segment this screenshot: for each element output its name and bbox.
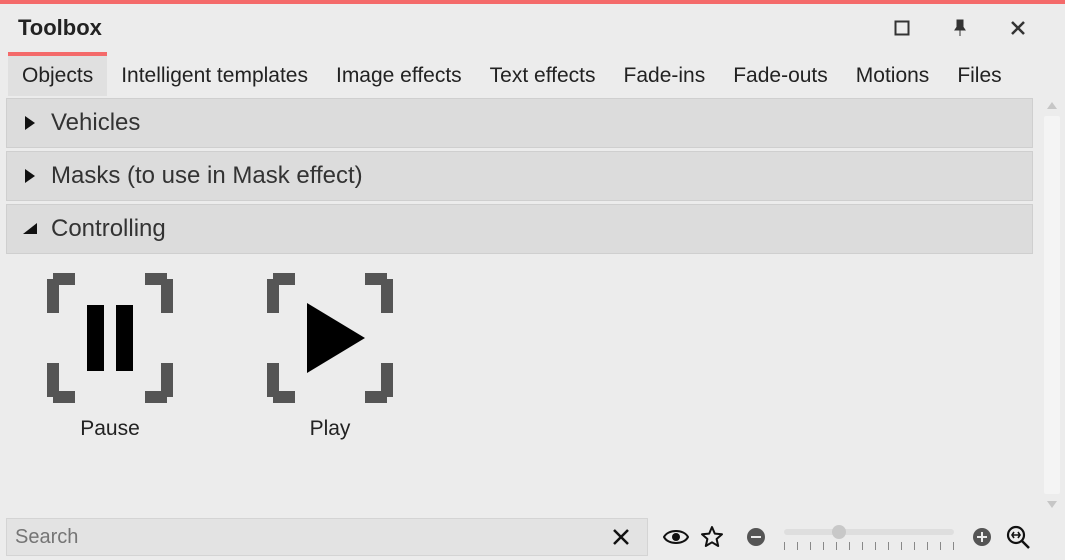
zoom-fit-button[interactable]	[1000, 524, 1036, 550]
pause-icon	[45, 273, 175, 403]
object-play[interactable]: Play	[250, 273, 410, 441]
zoom-ticks	[784, 542, 954, 552]
tab-label: Fade-outs	[733, 64, 828, 88]
window-title: Toolbox	[18, 15, 102, 41]
maximize-icon	[894, 20, 910, 36]
object-label: Pause	[80, 417, 140, 441]
tab-text-effects[interactable]: Text effects	[476, 52, 610, 96]
scroll-up-icon[interactable]	[1046, 100, 1058, 116]
tab-label: Motions	[856, 64, 930, 88]
preview-button[interactable]	[658, 528, 694, 546]
search-wrap	[6, 518, 648, 556]
clear-search-button[interactable]	[603, 527, 639, 547]
tab-label: Objects	[22, 64, 93, 88]
tab-label: Fade-ins	[624, 64, 706, 88]
object-pause[interactable]: Pause	[30, 273, 190, 441]
toolbox-window: Toolbox Objects Intelligent templates Im…	[0, 0, 1065, 560]
zoom-fit-icon	[1005, 524, 1031, 550]
category-label: Controlling	[51, 215, 166, 243]
category-label: Masks (to use in Mask effect)	[51, 162, 363, 190]
play-icon	[265, 273, 395, 403]
scroll-area: Vehicles Masks (to use in Mask effect) C…	[0, 96, 1039, 514]
tab-files[interactable]: Files	[943, 52, 1015, 96]
category-list: Vehicles Masks (to use in Mask effect) C…	[0, 96, 1039, 449]
tab-label: Text effects	[490, 64, 596, 88]
tab-image-effects[interactable]: Image effects	[322, 52, 476, 96]
zoom-slider[interactable]	[784, 522, 954, 552]
vertical-scrollbar[interactable]	[1039, 96, 1065, 514]
chevron-down-icon	[19, 222, 41, 236]
close-icon	[1009, 19, 1027, 37]
zoom-in-button[interactable]	[964, 527, 1000, 547]
minus-circle-icon	[746, 527, 766, 547]
tab-label: Files	[957, 64, 1001, 88]
tab-label: Image effects	[336, 64, 462, 88]
statusbar	[0, 514, 1065, 560]
tab-fade-outs[interactable]: Fade-outs	[719, 52, 842, 96]
favorite-button[interactable]	[694, 525, 730, 549]
tab-bar: Objects Intelligent templates Image effe…	[0, 52, 1065, 96]
category-controlling-content: Pause Play	[6, 257, 1033, 449]
category-vehicles[interactable]: Vehicles	[6, 98, 1033, 148]
pin-icon	[951, 19, 969, 37]
zoom-out-button[interactable]	[738, 527, 774, 547]
tab-intelligent-templates[interactable]: Intelligent templates	[107, 52, 322, 96]
scroll-down-icon[interactable]	[1046, 494, 1058, 510]
titlebar: Toolbox	[0, 4, 1065, 52]
chevron-right-icon	[19, 115, 41, 131]
close-icon	[611, 527, 631, 547]
tab-label: Intelligent templates	[121, 64, 308, 88]
zoom-thumb[interactable]	[832, 525, 846, 539]
scrollbar-track[interactable]	[1044, 116, 1060, 494]
chevron-right-icon	[19, 168, 41, 184]
star-icon	[700, 525, 724, 549]
object-label: Play	[310, 417, 351, 441]
content-area: Vehicles Masks (to use in Mask effect) C…	[0, 96, 1065, 514]
search-input[interactable]	[15, 526, 603, 549]
eye-icon	[663, 528, 689, 546]
tab-fade-ins[interactable]: Fade-ins	[610, 52, 720, 96]
category-controlling[interactable]: Controlling	[6, 204, 1033, 254]
plus-circle-icon	[972, 527, 992, 547]
tab-motions[interactable]: Motions	[842, 52, 944, 96]
pin-button[interactable]	[931, 4, 989, 52]
zoom-control	[738, 522, 1000, 552]
close-button[interactable]	[989, 4, 1047, 52]
category-label: Vehicles	[51, 109, 140, 137]
zoom-track	[784, 529, 954, 535]
maximize-button[interactable]	[873, 4, 931, 52]
tab-objects[interactable]: Objects	[8, 52, 107, 96]
category-masks[interactable]: Masks (to use in Mask effect)	[6, 151, 1033, 201]
